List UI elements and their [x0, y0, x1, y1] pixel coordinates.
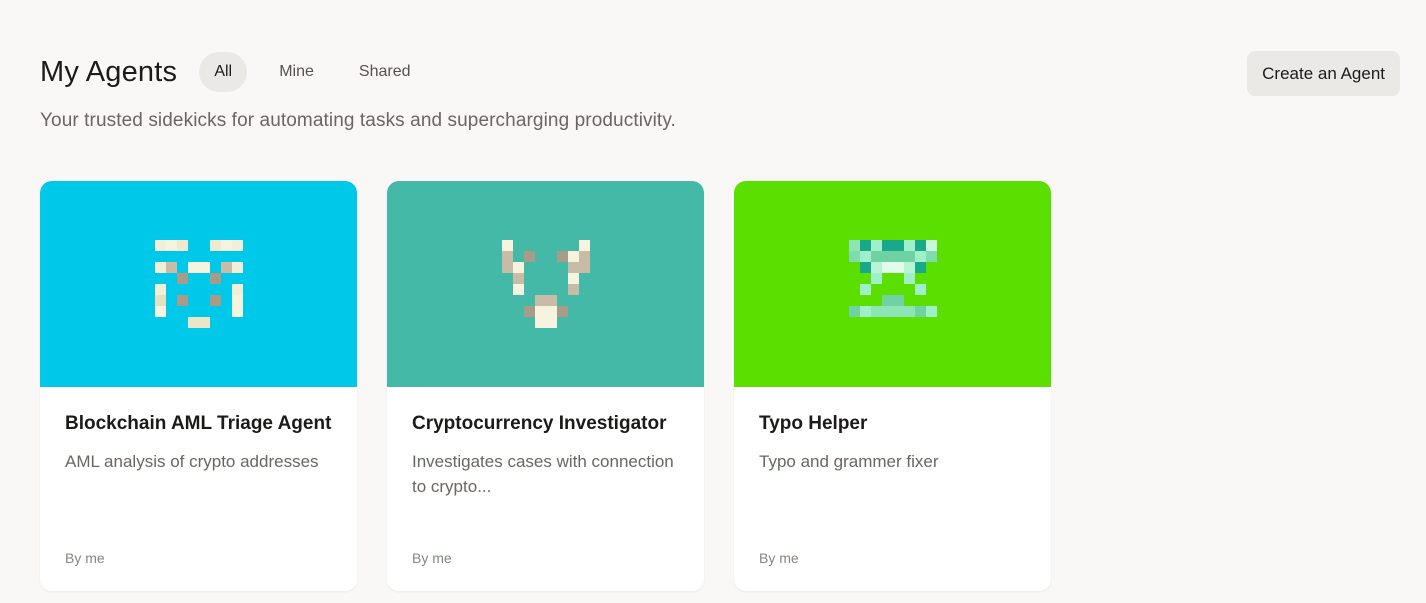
agent-card-author: By me [65, 550, 105, 566]
my-agents-page: My Agents All Mine Shared Your trusted s… [0, 0, 1426, 603]
agent-card-grid: Blockchain AML Triage Agent AML analysis… [40, 181, 1051, 591]
agent-card-blockchain-aml[interactable]: Blockchain AML Triage Agent AML analysis… [40, 181, 357, 591]
pixel-avatar-icon [501, 240, 590, 328]
agent-card-body: Blockchain AML Triage Agent AML analysis… [40, 387, 357, 474]
agent-card-author: By me [412, 550, 452, 566]
agent-card-title: Typo Helper [759, 413, 868, 434]
agent-card-typo-helper[interactable]: Typo Helper Typo and grammer fixer By me [734, 181, 1051, 591]
agent-card-description: Investigates cases with connection to cr… [412, 452, 674, 496]
agent-card-description: AML analysis of crypto addresses [65, 452, 319, 471]
page-header: My Agents All Mine Shared [40, 52, 443, 92]
page-title: My Agents [40, 55, 178, 88]
tab-all[interactable]: All [199, 52, 248, 92]
agent-card-description: Typo and grammer fixer [759, 452, 939, 471]
tab-mine[interactable]: Mine [267, 52, 326, 92]
create-agent-button[interactable]: Create an Agent [1247, 51, 1400, 96]
agent-card-banner [40, 181, 357, 387]
agent-card-title: Cryptocurrency Investigator [412, 413, 667, 434]
agent-card-banner [387, 181, 704, 387]
agent-card-body: Cryptocurrency Investigator Investigates… [387, 387, 704, 499]
agent-card-crypto-investigator[interactable]: Cryptocurrency Investigator Investigates… [387, 181, 704, 591]
agent-card-banner [734, 181, 1051, 387]
pixel-avatar-icon [848, 240, 937, 317]
agent-card-author: By me [759, 550, 799, 566]
pixel-avatar-icon [154, 240, 243, 328]
agent-card-title: Blockchain AML Triage Agent [65, 413, 332, 434]
tab-shared[interactable]: Shared [347, 52, 423, 92]
page-subtitle: Your trusted sidekicks for automating ta… [40, 110, 676, 131]
agent-card-body: Typo Helper Typo and grammer fixer [734, 387, 1051, 474]
